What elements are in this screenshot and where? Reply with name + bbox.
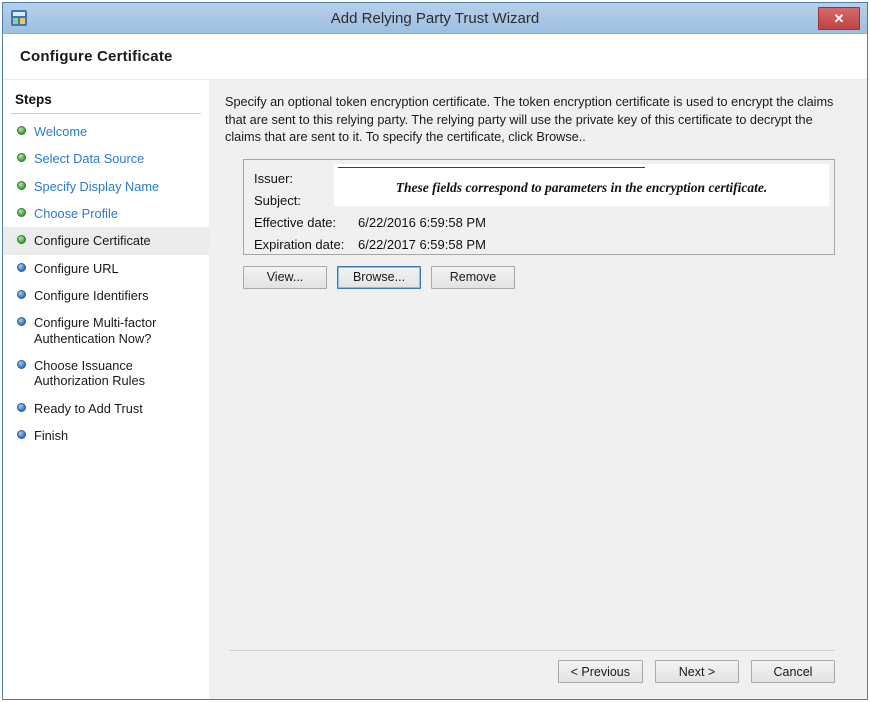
annotation-overlay: These fields correspond to parameters in… bbox=[334, 164, 829, 206]
expiration-date-label: Expiration date: bbox=[254, 235, 358, 255]
step-configure-url: Configure URL bbox=[3, 255, 209, 282]
next-button[interactable]: Next > bbox=[655, 660, 739, 683]
step-configure-identifiers: Configure Identifiers bbox=[3, 282, 209, 309]
view-button[interactable]: View... bbox=[243, 266, 327, 289]
window-title: Add Relying Party Trust Wizard bbox=[331, 10, 539, 27]
step-pending-icon bbox=[17, 290, 26, 299]
cancel-button[interactable]: Cancel bbox=[751, 660, 835, 683]
effective-date-label: Effective date: bbox=[254, 213, 358, 233]
covered-text-edge bbox=[338, 167, 645, 168]
close-button[interactable]: ✕ bbox=[818, 7, 860, 30]
step-configure-multifactor: Configure Multi-factor Authentication No… bbox=[3, 309, 209, 352]
remove-button[interactable]: Remove bbox=[431, 266, 515, 289]
step-pending-icon bbox=[17, 317, 26, 326]
expiration-date-value: 6/22/2017 6:59:58 PM bbox=[358, 235, 486, 255]
step-ready-to-add-trust: Ready to Add Trust bbox=[3, 395, 209, 422]
step-configure-certificate[interactable]: Configure Certificate bbox=[3, 227, 209, 254]
step-choose-profile[interactable]: Choose Profile bbox=[3, 200, 209, 227]
page-title: Configure Certificate bbox=[20, 48, 173, 65]
divider bbox=[229, 650, 835, 651]
wizard-footer: < Previous Next > Cancel bbox=[225, 650, 851, 699]
description-text: Specify an optional token encryption cer… bbox=[225, 94, 843, 147]
step-done-icon bbox=[17, 208, 26, 217]
annotation-text: These fields correspond to parameters in… bbox=[396, 174, 768, 196]
content-panel: Specify an optional token encryption cer… bbox=[209, 80, 867, 699]
step-pending-icon bbox=[17, 403, 26, 412]
previous-button[interactable]: < Previous bbox=[558, 660, 643, 683]
steps-sidebar: Steps Welcome Select Data Source Specify… bbox=[3, 80, 209, 699]
browse-button[interactable]: Browse... bbox=[337, 266, 421, 289]
spacer bbox=[225, 289, 851, 650]
certificate-group: Issuer: Subject: Effective date: 6/22/20… bbox=[243, 159, 835, 255]
page-header: Configure Certificate bbox=[3, 34, 867, 80]
step-select-data-source[interactable]: Select Data Source bbox=[3, 145, 209, 172]
step-welcome[interactable]: Welcome bbox=[3, 118, 209, 145]
step-specify-display-name[interactable]: Specify Display Name bbox=[3, 173, 209, 200]
certificate-actions: View... Browse... Remove bbox=[243, 266, 851, 289]
step-pending-icon bbox=[17, 360, 26, 369]
divider bbox=[11, 113, 201, 114]
app-icon bbox=[10, 9, 28, 27]
wizard-window: Add Relying Party Trust Wizard ✕ Configu… bbox=[2, 2, 868, 700]
step-choose-issuance-rules: Choose Issuance Authorization Rules bbox=[3, 352, 209, 395]
step-pending-icon bbox=[17, 263, 26, 272]
effective-date-value: 6/22/2016 6:59:58 PM bbox=[358, 213, 486, 233]
step-finish: Finish bbox=[3, 422, 209, 449]
effective-date-row: Effective date: 6/22/2016 6:59:58 PM bbox=[254, 212, 824, 234]
step-pending-icon bbox=[17, 430, 26, 439]
expiration-date-row: Expiration date: 6/22/2017 6:59:58 PM bbox=[254, 234, 824, 256]
steps-heading: Steps bbox=[3, 88, 209, 113]
step-done-icon bbox=[17, 181, 26, 190]
step-done-icon bbox=[17, 153, 26, 162]
title-bar[interactable]: Add Relying Party Trust Wizard ✕ bbox=[3, 3, 867, 34]
step-done-icon bbox=[17, 126, 26, 135]
close-icon: ✕ bbox=[834, 11, 845, 26]
step-current-icon bbox=[17, 235, 26, 244]
